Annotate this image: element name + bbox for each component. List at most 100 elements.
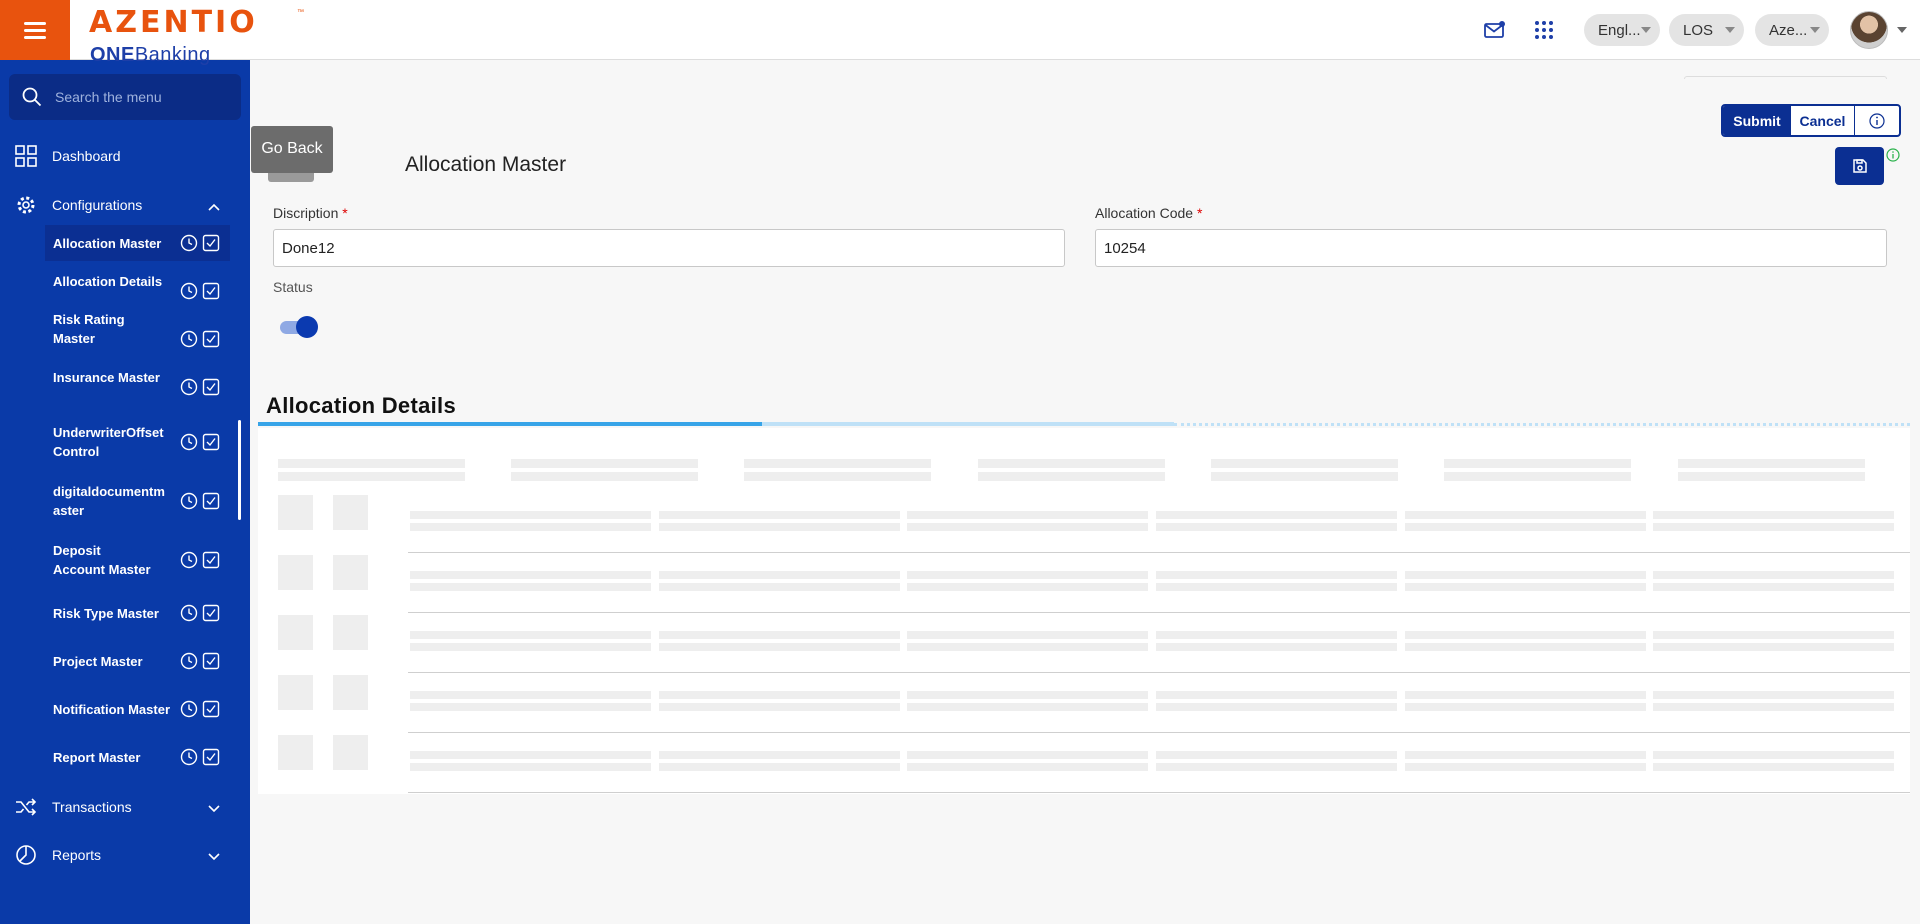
gear-icon	[0, 194, 52, 216]
entity-select[interactable]: Aze...	[1755, 14, 1829, 46]
shuffle-icon	[0, 798, 52, 816]
skeleton-cell	[410, 691, 651, 699]
history-icon[interactable]	[180, 330, 198, 348]
chevron-up-icon	[208, 198, 220, 214]
skeleton-cell	[659, 643, 900, 651]
history-icon[interactable]	[180, 652, 198, 670]
history-icon[interactable]	[180, 234, 198, 252]
apps-grid-icon[interactable]	[1534, 0, 1554, 60]
skeleton-header-cell	[978, 472, 1165, 481]
checkbox-icon[interactable]	[202, 652, 220, 670]
status-toggle[interactable]	[280, 316, 318, 338]
save-button[interactable]	[1835, 147, 1884, 185]
history-icon[interactable]	[180, 282, 198, 300]
brand-subtitle-rest: Banking	[134, 44, 211, 66]
skeleton-header-cell	[1211, 472, 1398, 481]
module-value: LOS	[1683, 21, 1714, 39]
skeleton-row-action	[333, 555, 368, 590]
history-icon[interactable]	[180, 604, 198, 622]
sidebar-item-label: Allocation Master	[53, 235, 162, 251]
progress-buffer	[762, 422, 1174, 426]
checkbox-icon[interactable]	[202, 700, 220, 718]
skeleton-header-cell	[744, 459, 931, 468]
sidebar-scrollbar[interactable]	[238, 420, 241, 520]
checkbox-icon[interactable]	[202, 748, 220, 766]
top-bar: AZENTIO ™ ONEBanking Engl... LOS Aze...	[0, 0, 1920, 66]
menu-icon	[24, 18, 46, 43]
skeleton-cell	[1405, 691, 1646, 699]
progress-remaining	[1174, 423, 1910, 426]
allocation-code-field[interactable]: 10254	[1095, 229, 1887, 267]
sidebar-item-label: Allocation Details	[53, 273, 163, 289]
module-select[interactable]: LOS	[1669, 14, 1744, 46]
sidebar-item-reports[interactable]: Reports	[0, 835, 250, 875]
skeleton-cell	[907, 691, 1148, 699]
skeleton-cell	[1156, 751, 1397, 759]
sidebar-item-label: Risk Type Master	[53, 605, 159, 621]
skeleton-row-action	[333, 615, 368, 650]
table-row-divider	[408, 732, 1910, 733]
sidebar-item-label: Deposit Account Master	[53, 543, 151, 577]
avatar[interactable]	[1850, 11, 1888, 49]
skeleton-row-action	[333, 675, 368, 710]
skeleton-row-checkbox	[278, 735, 313, 770]
checkbox-icon[interactable]	[202, 378, 220, 396]
skeleton-header-cell	[511, 472, 698, 481]
mail-icon[interactable]	[1484, 0, 1506, 60]
history-icon[interactable]	[180, 700, 198, 718]
history-icon[interactable]	[180, 492, 198, 510]
skeleton-cell	[410, 751, 651, 759]
skeleton-cell	[410, 511, 651, 519]
checkbox-icon[interactable]	[202, 234, 220, 252]
sidebar-item-label: Project Master	[53, 653, 143, 669]
brand-subtitle-bold: ONE	[90, 44, 135, 66]
pie-chart-icon	[0, 844, 52, 866]
language-select[interactable]: Engl...	[1584, 14, 1660, 46]
checkbox-icon[interactable]	[202, 492, 220, 510]
skeleton-cell	[1405, 631, 1646, 639]
sidebar-item-dashboard[interactable]: Dashboard	[0, 136, 250, 176]
info-button[interactable]	[1855, 106, 1899, 135]
checkbox-icon[interactable]	[202, 330, 220, 348]
skeleton-cell	[1405, 583, 1646, 591]
checkbox-icon[interactable]	[202, 551, 220, 569]
history-icon[interactable]	[180, 748, 198, 766]
skeleton-cell	[659, 751, 900, 759]
skeleton-cell	[907, 703, 1148, 711]
description-label-text: Discription	[273, 205, 339, 221]
cancel-button[interactable]: Cancel	[1791, 106, 1855, 135]
chevron-down-icon[interactable]	[1897, 27, 1907, 33]
history-icon[interactable]	[180, 433, 198, 451]
skeleton-cell	[1156, 571, 1397, 579]
table-row-divider	[408, 792, 1910, 793]
progress-fill	[258, 422, 762, 426]
history-icon[interactable]	[180, 378, 198, 396]
skeleton-cell	[907, 643, 1148, 651]
checkbox-icon[interactable]	[202, 604, 220, 622]
table-row-divider	[408, 552, 1910, 553]
skeleton-cell	[410, 523, 651, 531]
hamburger-menu-button[interactable]	[0, 0, 70, 60]
skeleton-cell	[1653, 583, 1894, 591]
info-icon[interactable]	[1886, 148, 1900, 167]
go-back-tooltip: Go Back	[251, 126, 333, 173]
checkbox-icon[interactable]	[202, 282, 220, 300]
sidebar-item-transactions[interactable]: Transactions	[0, 787, 250, 827]
submit-button[interactable]: Submit	[1723, 106, 1791, 135]
search-input[interactable]	[55, 89, 225, 105]
history-icon[interactable]	[180, 551, 198, 569]
skeleton-cell	[659, 703, 900, 711]
section-title-allocation-details: Allocation Details	[266, 393, 456, 418]
description-field[interactable]: Done12	[273, 229, 1065, 267]
skeleton-cell	[659, 571, 900, 579]
skeleton-cell	[410, 571, 651, 579]
skeleton-cell	[1156, 703, 1397, 711]
skeleton-header-cell	[278, 472, 465, 481]
sidebar-item-label: Insurance Master	[53, 369, 160, 385]
skeleton-cell	[907, 763, 1148, 771]
skeleton-cell	[1405, 643, 1646, 651]
search-icon	[9, 87, 55, 107]
sidebar-item-configurations[interactable]: Configurations	[0, 185, 250, 225]
checkbox-icon[interactable]	[202, 433, 220, 451]
skeleton-cell	[1405, 763, 1646, 771]
